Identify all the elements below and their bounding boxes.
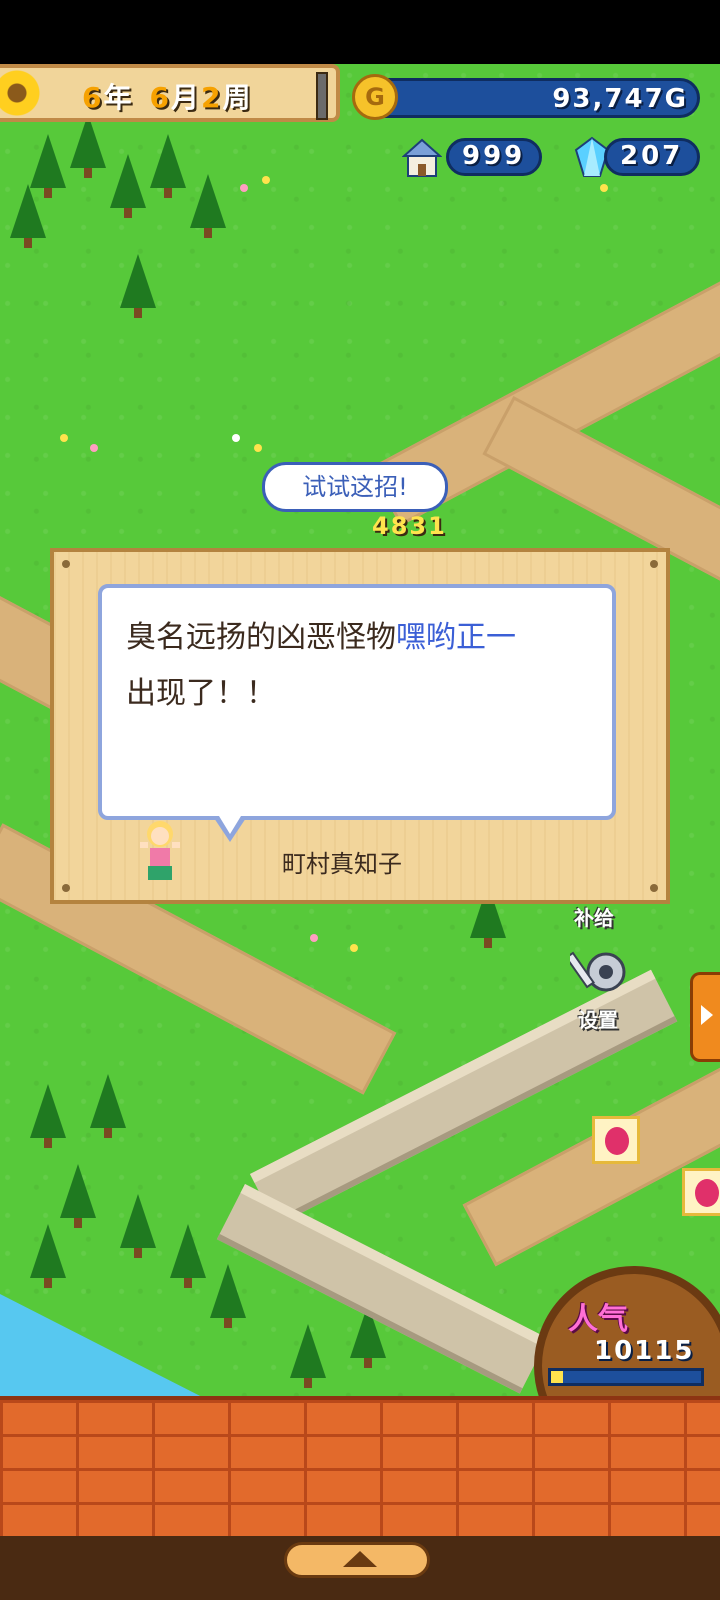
week-number: 2 xyxy=(201,81,223,114)
status-bar xyxy=(0,0,720,64)
tree xyxy=(10,184,46,248)
tree xyxy=(210,1264,246,1328)
dialog-tail-inner xyxy=(219,816,241,834)
dialog-text-part2: 出现了！！ xyxy=(126,676,276,711)
tree xyxy=(30,1084,66,1148)
time-gauge xyxy=(316,72,328,120)
flower xyxy=(262,176,270,184)
house-icon xyxy=(402,138,442,177)
popularity-bar xyxy=(548,1368,704,1386)
crystals-value: 207 xyxy=(620,141,684,171)
flower xyxy=(90,444,98,452)
flower xyxy=(232,434,240,442)
tree xyxy=(290,1324,326,1388)
rivet xyxy=(62,884,70,892)
damage-number: 4831 xyxy=(372,512,447,540)
dialog-text-part1: 臭名远扬的凶恶怪物 xyxy=(126,620,396,655)
tree xyxy=(190,174,226,238)
rivet xyxy=(650,560,658,568)
dragonfruit-icon[interactable] xyxy=(682,1168,720,1216)
tree xyxy=(70,114,106,178)
year-unit: 年 xyxy=(103,81,134,114)
tree xyxy=(120,254,156,318)
houses-value: 999 xyxy=(462,141,526,171)
week-unit: 周 xyxy=(222,81,253,114)
flower xyxy=(310,934,318,942)
month-unit: 月 xyxy=(170,81,201,114)
dialog-box[interactable]: 臭名远扬的凶恶怪物嘿哟正一出现了！！ 町村真知子 xyxy=(50,548,670,904)
date-panel: 6年 6月2周 xyxy=(0,64,340,122)
bottom-brick-panel xyxy=(0,1396,720,1536)
flower xyxy=(600,184,608,192)
monster-name: 嘿哟正一 xyxy=(396,620,516,655)
tree xyxy=(170,1224,206,1288)
tree xyxy=(120,1194,156,1258)
gold-coin-icon: G xyxy=(352,74,398,120)
money-value: 93,747G xyxy=(552,84,688,114)
settings-label[interactable]: 设置 xyxy=(578,1004,618,1033)
side-menu-tab[interactable] xyxy=(690,972,720,1062)
tree xyxy=(150,134,186,198)
popularity-label: 人气 xyxy=(568,1302,628,1337)
expand-menu-button[interactable] xyxy=(284,1542,430,1578)
supply-label[interactable]: 补给 xyxy=(574,902,614,931)
dialog-message: 臭名远扬的凶恶怪物嘿哟正一出现了！！ xyxy=(126,610,606,722)
tree xyxy=(60,1164,96,1228)
tree xyxy=(110,154,146,218)
sunflower-icon xyxy=(0,70,40,116)
speaker-name: 町村真知子 xyxy=(282,850,402,878)
flower xyxy=(240,184,248,192)
popularity-bar-fill xyxy=(551,1371,563,1383)
character-speech-bubble: 试试这招! xyxy=(262,462,448,512)
speaker-avatar xyxy=(140,821,180,880)
flower xyxy=(60,434,68,442)
dragonfruit-icon[interactable] xyxy=(592,1116,640,1164)
tree xyxy=(90,1074,126,1138)
month-number: 6 xyxy=(149,81,171,114)
date-display: 6年 6月2周 xyxy=(82,76,253,116)
popularity-value: 10115 xyxy=(594,1336,695,1366)
rivet xyxy=(650,884,658,892)
tree xyxy=(30,134,66,198)
flower xyxy=(350,944,358,952)
tree xyxy=(30,1224,66,1288)
flower xyxy=(254,444,262,452)
rivet xyxy=(62,560,70,568)
settings-icon[interactable] xyxy=(570,944,634,1004)
year-number: 6 xyxy=(82,81,104,114)
